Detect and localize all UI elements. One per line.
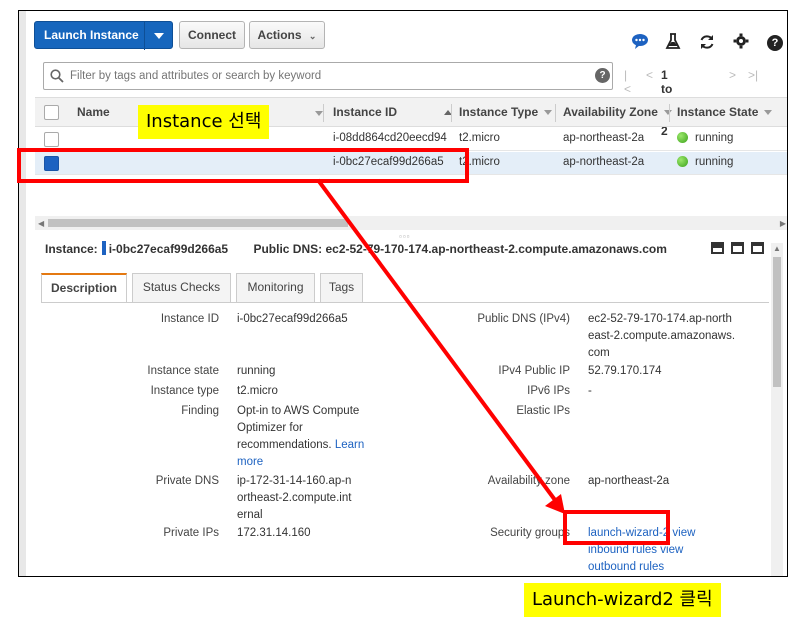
select-instance-note: Instance 선택 <box>138 105 270 139</box>
click-launch-wizard-note: Launch-wizard2 클릭 <box>524 583 721 617</box>
annotation-arrow <box>316 178 565 514</box>
